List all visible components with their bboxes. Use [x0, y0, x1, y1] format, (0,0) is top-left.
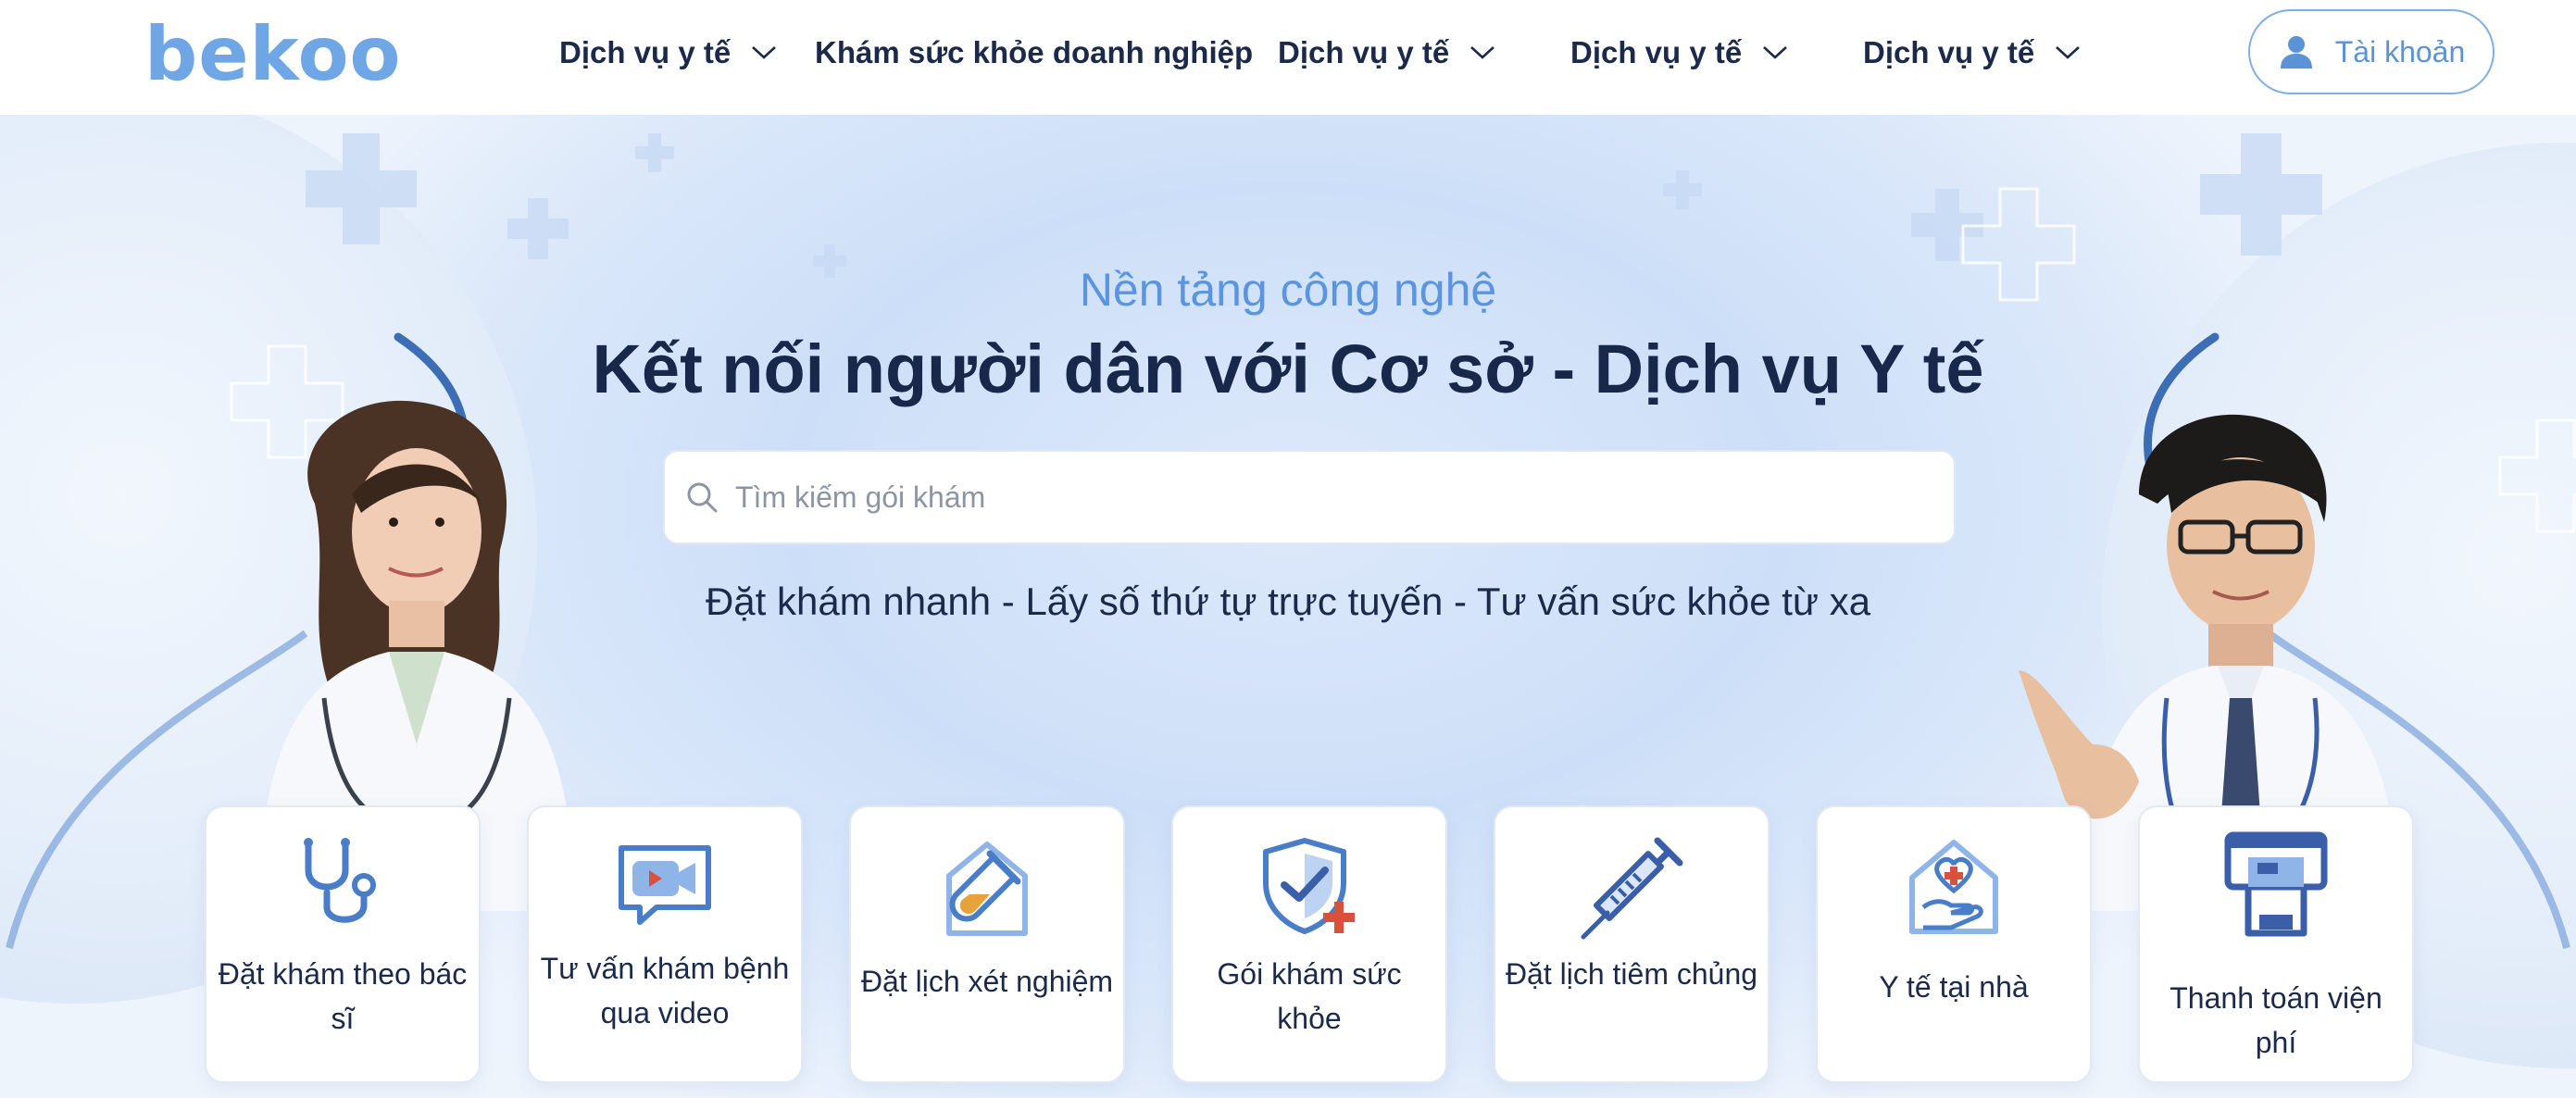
service-label: Thanh toán viện phí — [2170, 981, 2382, 1059]
service-label: Gói khám sức khỏe — [1217, 957, 1402, 1035]
nav-item-label: Dịch vụ y tế — [1570, 35, 1743, 69]
service-card-thanh-toan-vien-phi[interactable]: Thanh toán viện phí — [2138, 805, 2414, 1083]
nav-item-label: Khám sức khỏe doanh nghiệp — [815, 35, 1254, 69]
hero-subtitle: Nền tảng công nghệ — [1079, 264, 1497, 316]
home-care-icon — [1909, 840, 1998, 934]
nav-item-kham-suc-khoe-doanh-nghiep[interactable]: Khám sức khỏe doanh nghiệp — [815, 30, 1253, 76]
nav-item-label: Dịch vụ y tế — [1278, 35, 1450, 69]
payment-terminal-icon — [2224, 831, 2328, 937]
nav-item-dich-vu-y-te-1[interactable]: Dịch vụ y tế — [559, 30, 777, 76]
nav-item-label: Dịch vụ y tế — [559, 35, 732, 69]
search-input[interactable] — [735, 480, 1846, 515]
syringe-icon — [1581, 837, 1683, 940]
service-card-dat-kham-theo-bac-si[interactable]: Đặt khám theo bác sĩ — [205, 805, 481, 1083]
search-icon — [687, 482, 718, 513]
test-tube-icon — [946, 842, 1028, 936]
chevron-down-icon — [2056, 46, 2081, 59]
service-label: Y tế tại nhà — [1879, 970, 2029, 1004]
service-label: Đặt khám theo bác sĩ — [218, 957, 468, 1035]
service-label: Đặt lịch xét nghiệm — [860, 965, 1114, 998]
top-navbar: bekoo Dịch vụ y tế Khám sức khỏe doanh n… — [0, 0, 2576, 115]
account-label: Tài khoản — [2334, 34, 2466, 69]
nav-item-dich-vu-y-te-3[interactable]: Dịch vụ y tế — [1570, 30, 1788, 76]
bekoo-logo[interactable]: bekoo — [144, 13, 402, 96]
nav-item-dich-vu-y-te-2[interactable]: Dịch vụ y tế — [1278, 30, 1495, 76]
hero-tagline: Đặt khám nhanh - Lấy số thứ tự trực tuyế… — [705, 580, 1871, 623]
chevron-down-icon — [752, 46, 777, 59]
service-card-goi-kham-suc-khoe[interactable]: Gói khám sức khỏe — [1171, 805, 1447, 1083]
user-icon — [2280, 36, 2312, 69]
service-card-dat-lich-tiem-chung[interactable]: Đặt lịch tiêm chủng — [1494, 805, 1769, 1083]
service-card-y-te-tai-nha[interactable]: Y tế tại nhà — [1816, 805, 2092, 1083]
nav-item-label: Dịch vụ y tế — [1863, 35, 2035, 69]
nav-item-dich-vu-y-te-4[interactable]: Dịch vụ y tế — [1863, 30, 2081, 76]
service-label: Tư vấn khám bệnh qua video — [540, 952, 790, 1029]
chevron-down-icon — [1470, 46, 1495, 59]
hero-title: Kết nối người dân với Cơ sở - Dịch vụ Y … — [592, 331, 1984, 407]
video-call-icon — [619, 845, 711, 925]
account-button[interactable]: Tài khoản — [2248, 9, 2495, 94]
search-bar[interactable] — [663, 450, 1956, 544]
shield-check-icon — [1263, 838, 1355, 934]
chevron-down-icon — [1763, 46, 1788, 59]
stethoscope-icon — [304, 838, 376, 923]
service-label: Đặt lịch tiêm chủng — [1505, 957, 1758, 991]
service-card-dat-lich-xet-nghiem[interactable]: Đặt lịch xét nghiệm — [849, 805, 1125, 1083]
service-card-tu-van-kham-benh-qua-video[interactable]: Tư vấn khám bệnh qua video — [527, 805, 803, 1083]
